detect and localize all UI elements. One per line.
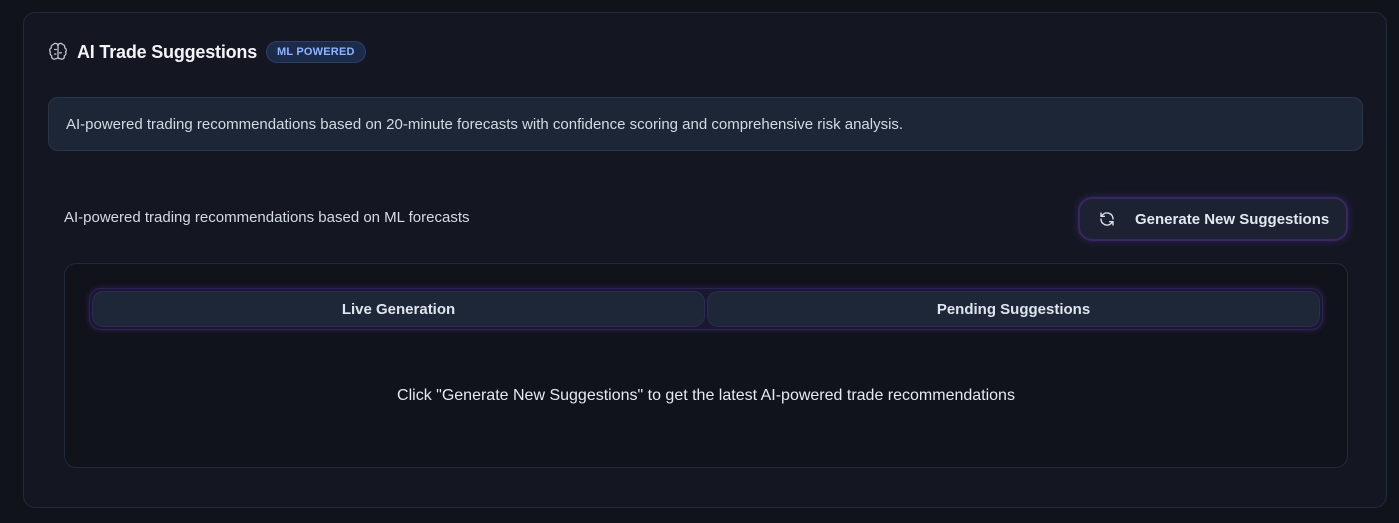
ai-trade-suggestions-card: AI Trade Suggestions ML POWERED AI-power…	[23, 12, 1387, 508]
generate-new-suggestions-button[interactable]: Generate New Suggestions	[1078, 197, 1348, 241]
tab-live-generation[interactable]: Live Generation	[92, 291, 705, 327]
empty-state-message: Click "Generate New Suggestions" to get …	[397, 387, 1015, 404]
suggestions-panel: Live Generation Pending Suggestions Clic…	[64, 263, 1348, 468]
info-banner: AI-powered trading recommendations based…	[48, 97, 1363, 151]
generate-button-label: Generate New Suggestions	[1135, 210, 1330, 228]
suggestions-tabs: Live Generation Pending Suggestions	[89, 288, 1323, 330]
page-title: AI Trade Suggestions	[77, 41, 258, 62]
tab-pending-suggestions[interactable]: Pending Suggestions	[707, 291, 1320, 327]
brain-icon	[48, 42, 68, 62]
info-text: AI-powered trading recommendations based…	[66, 115, 904, 133]
card-header: AI Trade Suggestions ML POWERED	[48, 40, 366, 64]
ml-powered-badge: ML POWERED	[266, 41, 366, 63]
section-subtitle: AI-powered trading recommendations based…	[64, 209, 470, 226]
refresh-icon	[1099, 211, 1115, 227]
